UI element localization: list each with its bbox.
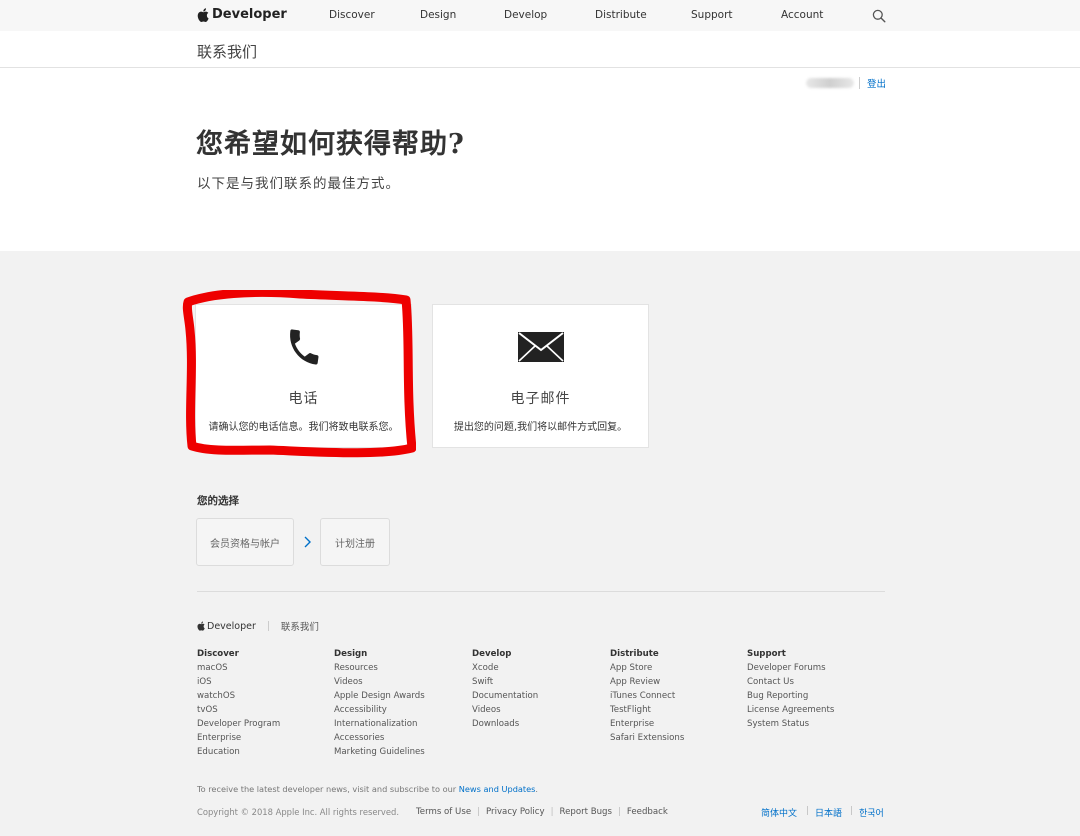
footer-link[interactable]: iTunes Connect xyxy=(610,689,684,703)
search-icon[interactable] xyxy=(872,9,886,23)
language-japanese[interactable]: 日本語 xyxy=(815,806,842,819)
news-prefix: To receive the latest developer news, vi… xyxy=(197,784,459,794)
footer-column-distribute: Distribute App Store App Review iTunes C… xyxy=(610,647,684,745)
footer-link[interactable]: macOS xyxy=(197,661,280,675)
news-suffix: . xyxy=(535,784,539,794)
footer-link[interactable]: Apple Design Awards xyxy=(334,689,425,703)
footer-column-support: Support Developer Forums Contact Us Bug … xyxy=(747,647,834,731)
nav-distribute[interactable]: Distribute xyxy=(595,9,647,21)
footer-link[interactable]: System Status xyxy=(747,717,834,731)
footer-breadcrumb-developer[interactable]: Developer xyxy=(207,621,256,632)
email-option-card[interactable]: 电子邮件 提出您的问题,我们将以邮件方式回复。 xyxy=(432,304,649,448)
nav-account[interactable]: Account xyxy=(781,9,823,21)
hero-section: 登出 您希望如何获得帮助? 以下是与我们联系的最佳方式。 xyxy=(0,68,1080,251)
footer-link[interactable]: Resources xyxy=(334,661,425,675)
footer-column-heading: Design xyxy=(334,649,368,659)
footer-link[interactable]: Marketing Guidelines xyxy=(334,745,425,759)
nav-design[interactable]: Design xyxy=(420,9,456,21)
footer-link[interactable]: Safari Extensions xyxy=(610,731,684,745)
phone-card-description: 请确认您的电话信息。我们将致电联系您。 xyxy=(208,422,399,433)
footer-link[interactable]: Videos xyxy=(472,703,538,717)
apple-logo-icon xyxy=(197,621,205,631)
footer-link[interactable]: tvOS xyxy=(197,703,280,717)
footer-column-heading: Distribute xyxy=(610,649,659,659)
choices-title: 您的选择 xyxy=(197,495,239,507)
footer-link[interactable]: Accessibility xyxy=(334,703,425,717)
sign-out-link[interactable]: 登出 xyxy=(867,76,886,90)
local-nav: 联系我们 xyxy=(0,31,1080,68)
report-bugs-link[interactable]: Report Bugs xyxy=(560,807,613,817)
breadcrumb-separator-icon xyxy=(267,621,269,631)
footer-breadcrumb-current: 联系我们 xyxy=(280,622,319,633)
news-and-updates-link[interactable]: News and Updates xyxy=(459,784,536,794)
footer-legal-links: Terms of Use | Privacy Policy | Report Bug… xyxy=(416,807,668,817)
footer-link[interactable]: watchOS xyxy=(197,689,280,703)
footer-link[interactable]: iOS xyxy=(197,675,280,689)
page-subtitle: 以下是与我们联系的最佳方式。 xyxy=(197,176,400,192)
copyright: Copyright © 2018 Apple Inc. All rights r… xyxy=(197,807,400,817)
footer-link[interactable]: License Agreements xyxy=(747,703,834,717)
nav-support[interactable]: Support xyxy=(691,9,733,21)
footer-link[interactable]: Accessories xyxy=(334,731,425,745)
footer-link[interactable]: Contact Us xyxy=(747,675,834,689)
footer-link[interactable]: Enterprise xyxy=(610,717,684,731)
separator: | xyxy=(806,806,810,816)
footer-link[interactable]: Swift xyxy=(472,675,538,689)
phone-card-title: 电话 xyxy=(288,391,319,407)
language-korean[interactable]: 한국어 xyxy=(859,806,884,819)
footer-column-heading: Discover xyxy=(197,649,239,659)
footer-link[interactable]: Internationalization xyxy=(334,717,425,731)
language-simplified-chinese[interactable]: 简体中文 xyxy=(761,806,797,819)
separator: | xyxy=(618,807,621,817)
footer-link[interactable]: Xcode xyxy=(472,661,538,675)
footer-column-discover: Discover macOS iOS watchOS tvOS Develope… xyxy=(197,647,280,759)
email-card-title: 电子邮件 xyxy=(510,391,571,407)
footer-news-text: To receive the latest developer news, vi… xyxy=(197,784,538,794)
footer-link[interactable]: Videos xyxy=(334,675,425,689)
footer-link[interactable]: Bug Reporting xyxy=(747,689,834,703)
footer-link[interactable]: Education xyxy=(197,745,280,759)
terms-of-use-link[interactable]: Terms of Use xyxy=(416,807,471,817)
footer-link[interactable]: Downloads xyxy=(472,717,538,731)
privacy-policy-link[interactable]: Privacy Policy xyxy=(486,807,545,817)
footer-column-heading: Support xyxy=(747,649,786,659)
divider xyxy=(859,77,860,89)
footer-divider xyxy=(197,591,885,592)
footer-breadcrumb: Developer 联系我们 xyxy=(197,619,319,633)
choice-program-enrollment[interactable]: 计划注册 xyxy=(320,518,390,566)
page-title: 您希望如何获得帮助? xyxy=(196,129,465,160)
footer-column-design: Design Resources Videos Apple Design Awa… xyxy=(334,647,425,759)
footer-link[interactable]: Documentation xyxy=(472,689,538,703)
brand-label: Developer xyxy=(212,7,287,22)
email-card-description: 提出您的问题,我们将以邮件方式回复。 xyxy=(453,422,628,433)
global-nav: Developer Discover Design Develop Distri… xyxy=(0,0,1080,31)
separator: | xyxy=(477,807,481,817)
feedback-link[interactable]: Feedback xyxy=(627,807,668,817)
developer-logo[interactable]: Developer xyxy=(197,7,287,22)
nav-develop[interactable]: Develop xyxy=(504,9,547,21)
separator: | xyxy=(550,807,554,817)
footer-column-heading: Develop xyxy=(472,649,512,659)
choice-membership[interactable]: 会员资格与帐户 xyxy=(196,518,294,566)
footer-link[interactable]: Enterprise xyxy=(197,731,280,745)
apple-logo-icon xyxy=(197,7,209,22)
footer-link[interactable]: App Review xyxy=(610,675,684,689)
phone-option-card[interactable]: 电话 请确认您的电话信息。我们将致电联系您。 xyxy=(195,304,412,448)
phone-icon xyxy=(289,329,318,365)
user-name-blurred xyxy=(806,78,854,88)
separator: | xyxy=(850,806,854,816)
footer-link[interactable]: TestFlight xyxy=(610,703,684,717)
footer-link[interactable]: App Store xyxy=(610,661,684,675)
footer-column-develop: Develop Xcode Swift Documentation Videos… xyxy=(472,647,538,731)
nav-discover[interactable]: Discover xyxy=(329,9,375,21)
footer-link[interactable]: Developer Program xyxy=(197,717,280,731)
envelope-icon xyxy=(517,332,564,362)
footer-link[interactable]: Developer Forums xyxy=(747,661,834,675)
chevron-right-icon xyxy=(304,536,311,548)
local-nav-title: 联系我们 xyxy=(197,43,258,61)
